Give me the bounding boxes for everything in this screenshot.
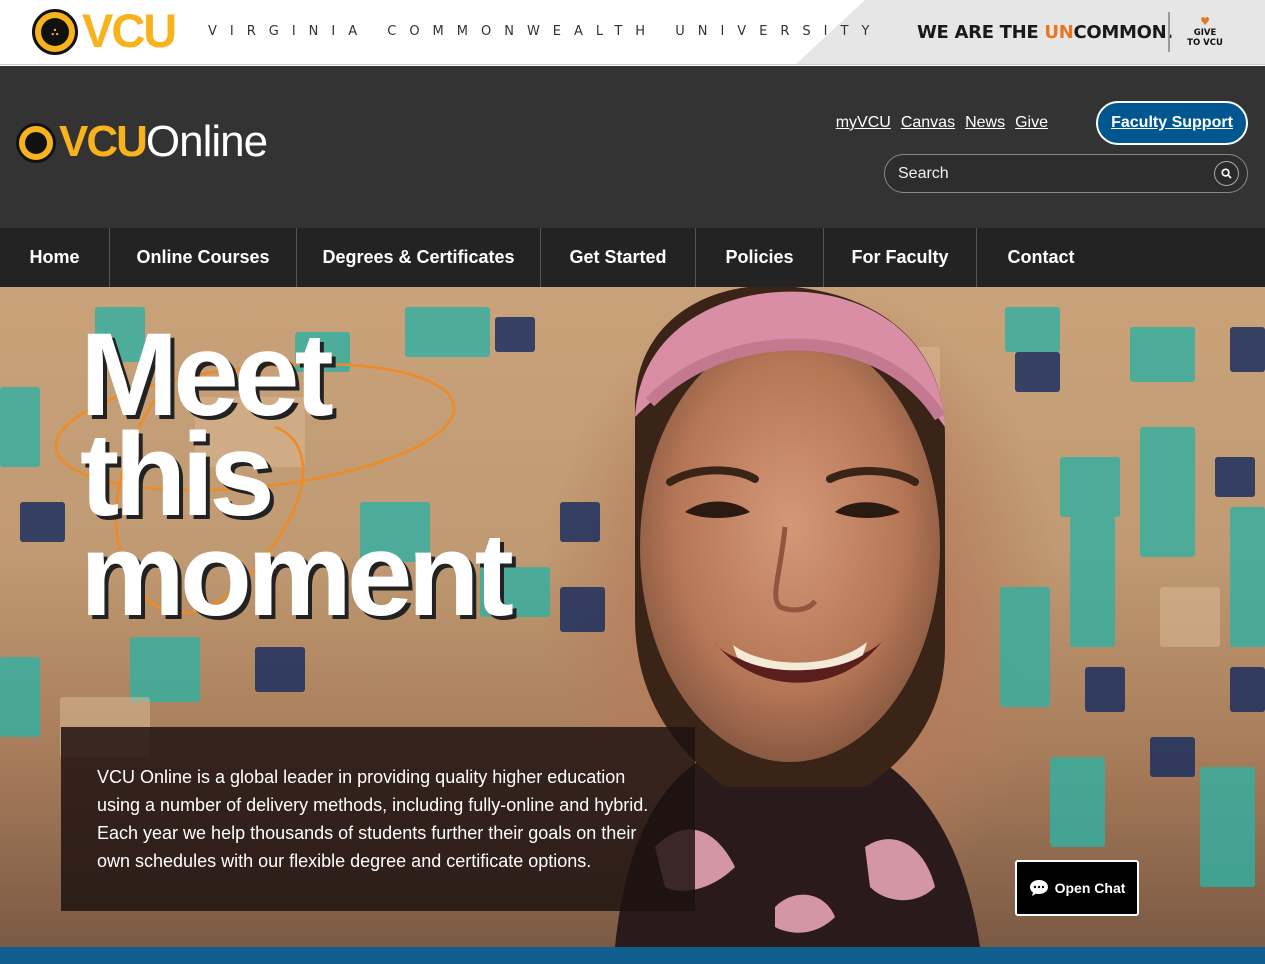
logo-vcu-text: VCU	[59, 117, 148, 166]
util-link-give[interactable]: Give	[1015, 114, 1048, 132]
vcu-seal-icon[interactable]: ∴	[32, 9, 78, 55]
nav-item-degrees-certificates[interactable]: Degrees & Certificates	[297, 228, 541, 287]
util-link-news[interactable]: News	[965, 114, 1005, 132]
bottom-accent-band	[0, 947, 1265, 964]
util-link-canvas[interactable]: Canvas	[901, 114, 955, 132]
search-button[interactable]	[1214, 161, 1239, 186]
hero-caption-text: VCU Online is a global leader in providi…	[97, 767, 649, 871]
nav-item-get-started[interactable]: Get Started	[541, 228, 696, 287]
search-input[interactable]	[898, 162, 1198, 186]
nav-item-contact[interactable]: Contact	[977, 228, 1105, 287]
divider	[1168, 12, 1170, 52]
hero-caption-box: VCU Online is a global leader in providi…	[61, 727, 695, 911]
site-header: VCUOnline myVCU Canvas News Give Faculty…	[0, 66, 1265, 228]
nav-item-online-courses[interactable]: Online Courses	[110, 228, 297, 287]
tagline-highlight: UN	[1044, 22, 1074, 43]
hero-title-line-3: moment	[80, 509, 514, 641]
main-nav: Home Online Courses Degrees & Certificat…	[0, 228, 1265, 287]
give-to-vcu-link[interactable]: ♥ GIVE TO VCU	[1183, 15, 1227, 49]
give-line-1: GIVE	[1193, 28, 1217, 38]
vcu-wordmark[interactable]: VCU	[82, 7, 177, 54]
hero-banner: Meet this moment VCU Online is a global …	[0, 287, 1265, 947]
tagline-post: COMMON.	[1073, 22, 1173, 43]
tagline-pre: WE ARE THE	[917, 22, 1045, 43]
give-line-2: TO VCU	[1187, 38, 1223, 48]
hero-title: Meet this moment	[80, 316, 514, 641]
uncommon-tagline[interactable]: WE ARE THE UNCOMMON.	[917, 22, 1173, 43]
logo-online-text: Online	[145, 117, 268, 166]
vcu-online-logo[interactable]: VCUOnline	[59, 117, 268, 166]
nav-item-for-faculty[interactable]: For Faculty	[824, 228, 977, 287]
nav-item-home[interactable]: Home	[0, 228, 110, 287]
nav-item-policies[interactable]: Policies	[696, 228, 824, 287]
chat-bubble-icon	[1029, 880, 1048, 896]
vcu-online-seal-icon[interactable]	[16, 123, 56, 163]
search-icon	[1221, 168, 1232, 179]
util-link-myvcu[interactable]: myVCU	[836, 114, 891, 132]
university-fullname[interactable]: VIRGINIA COMMONWEALTH UNIVERSITY	[208, 24, 882, 39]
search-box	[884, 154, 1248, 193]
open-chat-label: Open Chat	[1054, 880, 1126, 896]
utility-links: myVCU Canvas News Give	[836, 114, 1048, 132]
open-chat-button[interactable]: Open Chat	[1015, 860, 1139, 916]
heart-icon: ♥	[1200, 15, 1210, 28]
university-bar: ∴ VCU VIRGINIA COMMONWEALTH UNIVERSITY W…	[0, 0, 1265, 65]
faculty-support-button[interactable]: Faculty Support	[1096, 101, 1248, 145]
